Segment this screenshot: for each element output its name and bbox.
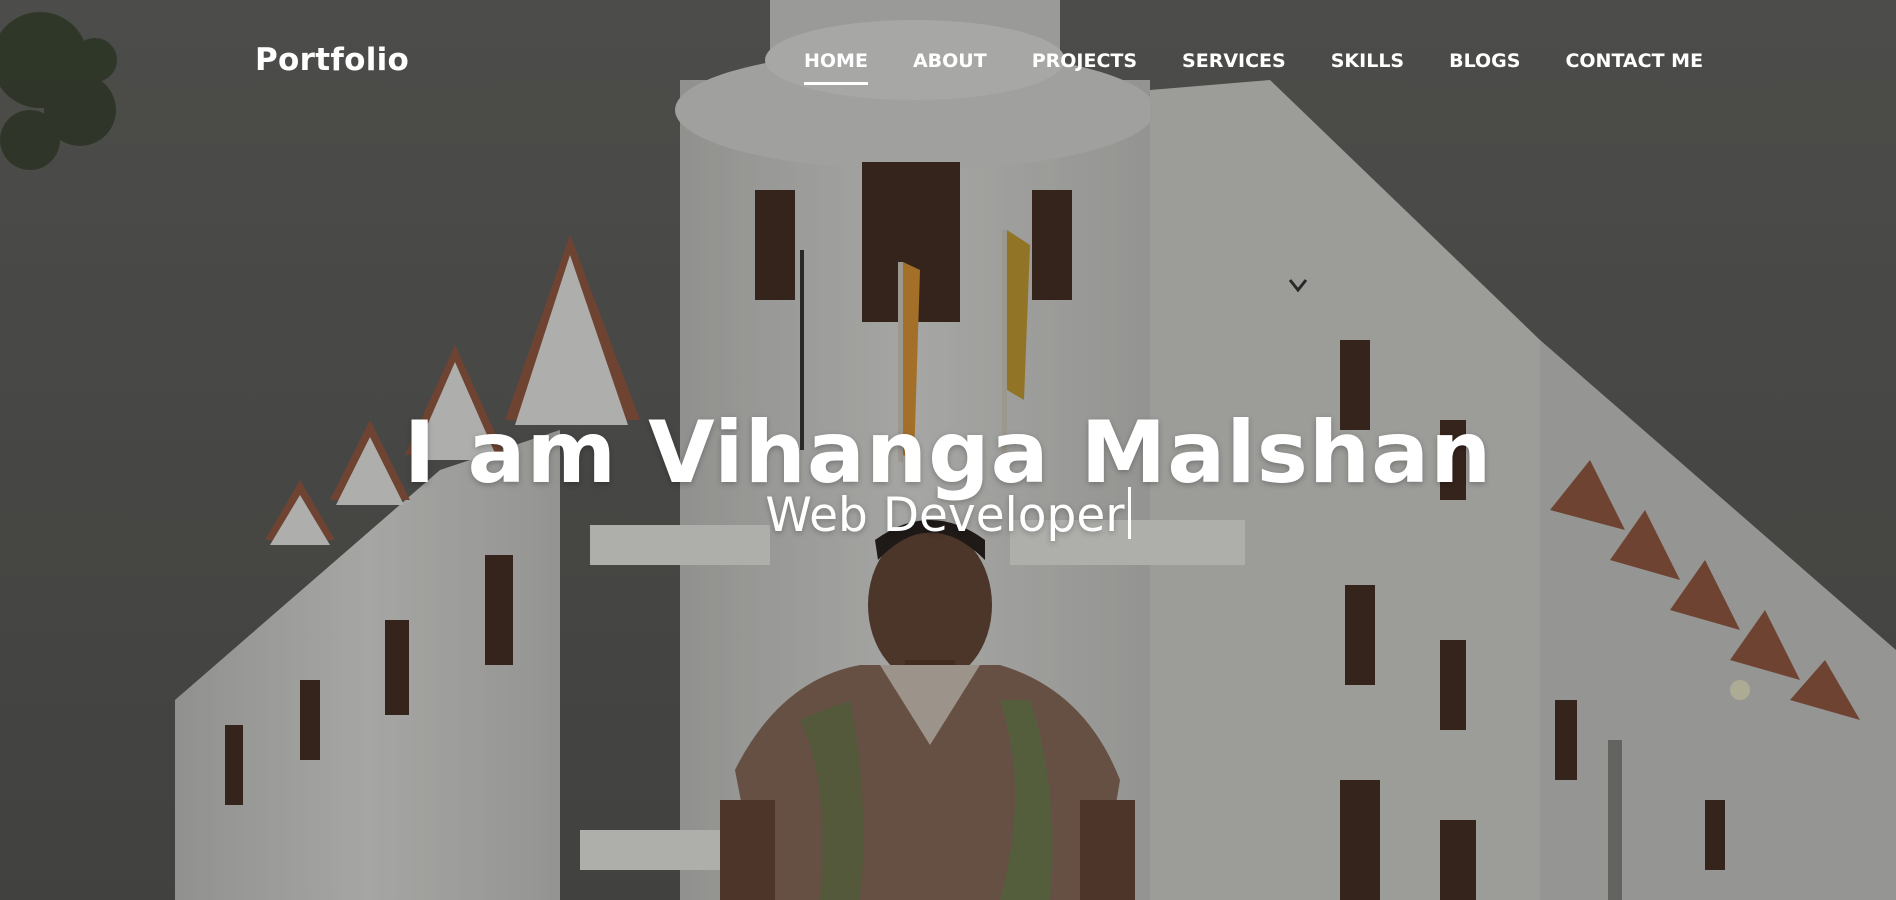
brand-logo[interactable]: Portfolio xyxy=(255,42,409,78)
nav-item-services[interactable]: SERVICES xyxy=(1182,50,1286,72)
hero-subtitle: Web Developer xyxy=(0,487,1896,543)
nav-item-about[interactable]: ABOUT xyxy=(913,50,987,72)
typed-role-text: Web Developer xyxy=(765,488,1125,543)
top-navbar: Portfolio HOME ABOUT PROJECTS SERVICES S… xyxy=(0,0,1896,126)
hero-section: Portfolio HOME ABOUT PROJECTS SERVICES S… xyxy=(0,0,1896,900)
nav-item-projects[interactable]: PROJECTS xyxy=(1032,50,1137,72)
nav-item-contact-me[interactable]: CONTACT ME xyxy=(1565,50,1703,72)
typing-cursor xyxy=(1127,487,1131,539)
nav-item-home[interactable]: HOME xyxy=(804,50,868,85)
nav-item-skills[interactable]: SKILLS xyxy=(1331,50,1404,72)
nav-item-blogs[interactable]: BLOGS xyxy=(1449,50,1520,72)
nav-menu: HOME ABOUT PROJECTS SERVICES SKILLS BLOG… xyxy=(804,50,1703,85)
